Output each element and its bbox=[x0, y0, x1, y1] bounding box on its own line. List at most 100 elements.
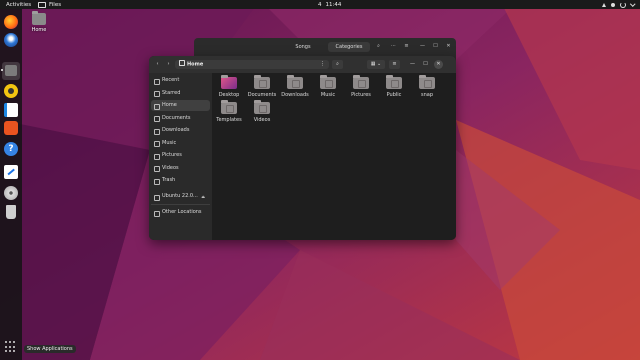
back-button[interactable]: ‹ bbox=[153, 60, 162, 69]
minimize-button[interactable]: — bbox=[408, 60, 417, 69]
search-icon[interactable]: ⌕ bbox=[374, 42, 383, 51]
home-icon bbox=[154, 103, 160, 110]
sidebar-item-trash[interactable]: Trash bbox=[151, 175, 210, 186]
folder-pictures[interactable]: Pictures bbox=[346, 75, 376, 98]
home-icon bbox=[179, 60, 185, 66]
trash-icon bbox=[154, 178, 160, 185]
sidebar-separator bbox=[151, 204, 210, 205]
header-bar: ‹ › Home ⋮ ⌕ ▦ ⌄ ≡ — ☐ ✕ bbox=[149, 56, 456, 73]
dock: ? bbox=[0, 9, 22, 360]
sidebar-item-label: Videos bbox=[162, 164, 179, 171]
search-button[interactable]: ⌕ bbox=[332, 60, 343, 69]
files-window: ‹ › Home ⋮ ⌕ ▦ ⌄ ≡ — ☐ ✕ Recent Starred … bbox=[149, 56, 456, 240]
activities-button[interactable]: Activities bbox=[6, 2, 31, 8]
folder-label: Downloads bbox=[281, 92, 309, 98]
close-button[interactable]: ✕ bbox=[444, 42, 453, 51]
folder-music[interactable]: Music bbox=[313, 75, 343, 98]
app-menu-files[interactable]: Files bbox=[38, 1, 62, 8]
folder-desktop[interactable]: Desktop bbox=[214, 75, 244, 98]
maximize-button[interactable]: ☐ bbox=[421, 60, 430, 69]
show-apps-icon[interactable] bbox=[5, 341, 17, 353]
folder-icon bbox=[221, 100, 237, 114]
document-icon bbox=[154, 116, 160, 122]
folder-downloads[interactable]: Downloads bbox=[280, 75, 310, 98]
video-icon bbox=[154, 166, 160, 172]
disc-icon[interactable] bbox=[4, 186, 18, 200]
folder-documents[interactable]: Documents bbox=[247, 75, 277, 98]
folder-label: Desktop bbox=[218, 92, 240, 98]
sidebar-item-ubuntu-disc[interactable]: Ubuntu 22.0... ⏏ bbox=[151, 191, 210, 202]
folder-icon bbox=[287, 75, 303, 89]
software-icon[interactable] bbox=[4, 121, 18, 135]
thunderbird-icon[interactable] bbox=[4, 33, 18, 47]
system-menu[interactable] bbox=[601, 1, 635, 8]
rhythmbox-icon[interactable] bbox=[4, 84, 18, 98]
folder-icon bbox=[221, 75, 237, 89]
folder-label: Pictures bbox=[351, 92, 371, 98]
sidebar-item-pictures[interactable]: Pictures bbox=[151, 150, 210, 161]
folder-icon bbox=[353, 75, 369, 89]
sidebar-item-label: Documents bbox=[162, 114, 191, 121]
app-menu-label: Files bbox=[49, 1, 62, 8]
star-icon bbox=[154, 91, 160, 97]
sidebar-item-home[interactable]: Home bbox=[151, 100, 210, 111]
sidebar-item-label: Downloads bbox=[162, 127, 190, 133]
tab-categories[interactable]: Categories bbox=[328, 42, 370, 52]
folder-videos[interactable]: Videos bbox=[247, 100, 277, 123]
sidebar-item-music[interactable]: Music bbox=[151, 138, 210, 149]
show-apps-tooltip: Show Applications bbox=[24, 345, 76, 353]
folder-icon bbox=[386, 75, 402, 89]
sidebar-item-other-locations[interactable]: Other Locations bbox=[151, 207, 210, 218]
close-button[interactable]: ✕ bbox=[434, 60, 443, 69]
tab-songs[interactable]: Songs bbox=[282, 42, 324, 52]
eject-icon[interactable]: ⏏ bbox=[201, 191, 205, 202]
sidebar-item-documents[interactable]: Documents bbox=[151, 113, 210, 124]
sidebar-item-starred[interactable]: Starred bbox=[151, 88, 210, 99]
network-icon bbox=[601, 2, 606, 7]
help-icon[interactable]: ? bbox=[4, 142, 18, 156]
firefox-icon[interactable] bbox=[4, 15, 18, 29]
sidebar-item-label: Recent bbox=[162, 77, 180, 83]
folder-templates[interactable]: Templates bbox=[214, 100, 244, 123]
sidebar-item-label: Ubuntu 22.0... bbox=[162, 193, 198, 199]
sidebar-item-recent[interactable]: Recent bbox=[151, 75, 210, 86]
sidebar-item-downloads[interactable]: Downloads bbox=[151, 125, 210, 136]
folder-icon bbox=[320, 75, 336, 89]
disc-icon bbox=[154, 194, 160, 201]
sidebar-item-label: Trash bbox=[162, 177, 176, 183]
folder-icon bbox=[419, 75, 435, 89]
path-menu-icon[interactable]: ⋮ bbox=[320, 60, 325, 69]
top-bar: Activities Files 4 11:44 bbox=[0, 0, 640, 9]
forward-button[interactable]: › bbox=[164, 60, 173, 69]
file-grid: Desktop Documents Downloads Music Pictur… bbox=[212, 73, 456, 240]
folder-icon bbox=[254, 100, 270, 114]
clock-icon bbox=[154, 78, 160, 85]
folder-public[interactable]: Public bbox=[379, 75, 409, 98]
menu-button[interactable]: ≡ bbox=[389, 60, 400, 69]
sidebar: Recent Starred Home Documents Downloads … bbox=[149, 73, 212, 240]
folder-label: Documents bbox=[247, 92, 277, 98]
more-icon[interactable]: ⋯ bbox=[389, 42, 398, 51]
sidebar-item-label: Music bbox=[162, 139, 177, 146]
plus-icon bbox=[154, 210, 160, 217]
path-title: Home bbox=[187, 61, 204, 68]
desktop-home-icon[interactable]: Home bbox=[30, 11, 48, 33]
trash-icon[interactable] bbox=[6, 205, 16, 219]
desktop-home-label: Home bbox=[31, 27, 47, 33]
writer-icon[interactable] bbox=[4, 103, 18, 117]
view-toggle-button[interactable]: ▦ ⌄ bbox=[367, 60, 385, 69]
menu-icon[interactable]: ≡ bbox=[402, 42, 411, 51]
sidebar-item-label: Starred bbox=[162, 89, 181, 96]
folder-icon bbox=[38, 1, 46, 8]
clock[interactable]: 4 11:44 bbox=[318, 2, 341, 8]
sidebar-item-label: Other Locations bbox=[162, 209, 202, 215]
maximize-button[interactable]: ☐ bbox=[431, 42, 440, 51]
folder-snap[interactable]: snap bbox=[412, 75, 442, 98]
files-app-icon[interactable] bbox=[2, 62, 20, 80]
sidebar-item-videos[interactable]: Videos bbox=[151, 163, 210, 174]
text-editor-icon[interactable] bbox=[4, 165, 18, 179]
sidebar-item-label: Pictures bbox=[162, 152, 182, 158]
minimize-button[interactable]: — bbox=[418, 42, 427, 51]
path-bar[interactable]: Home ⋮ bbox=[175, 60, 329, 69]
power-icon bbox=[619, 1, 626, 8]
